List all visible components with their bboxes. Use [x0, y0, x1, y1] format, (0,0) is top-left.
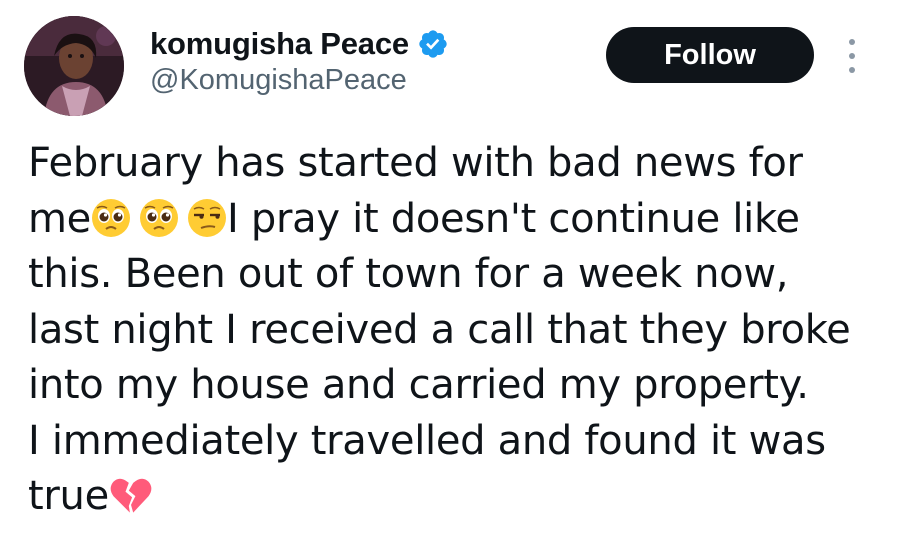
- author-name-row: komugisha Peace: [150, 22, 449, 66]
- pleading-face-icon: [139, 198, 178, 237]
- verified-badge-icon: [417, 28, 449, 60]
- tweet-line-part: me: [28, 195, 91, 242]
- tweet-line: me I pray it doesn't continue like: [28, 192, 888, 248]
- unamused-face-icon: [187, 198, 226, 237]
- tweet-line-part: I pray it doesn't continue like: [226, 195, 800, 242]
- tweet-line: this. Been out of town for a week now,: [28, 251, 789, 297]
- pleading-face-icon: [91, 198, 130, 237]
- tweet-line: February has started with bad news for: [28, 140, 803, 186]
- tweet-line: true: [28, 469, 888, 525]
- tweet-text: February has started with bad news for m…: [28, 136, 888, 525]
- broken-heart-icon: [110, 478, 152, 513]
- tweet-line: last night I received a call that they b…: [28, 306, 851, 353]
- display-name[interactable]: komugisha Peace: [150, 26, 409, 62]
- tweet-line-part: true: [28, 473, 109, 519]
- avatar[interactable]: [24, 16, 124, 116]
- tweet-line: into my house and carried my property.: [28, 362, 809, 408]
- more-options-icon[interactable]: [842, 36, 862, 76]
- follow-button[interactable]: Follow: [606, 27, 814, 83]
- tweet-line: I immediately travelled and found it was: [28, 417, 826, 464]
- handle[interactable]: @KomugishaPeace: [150, 64, 407, 97]
